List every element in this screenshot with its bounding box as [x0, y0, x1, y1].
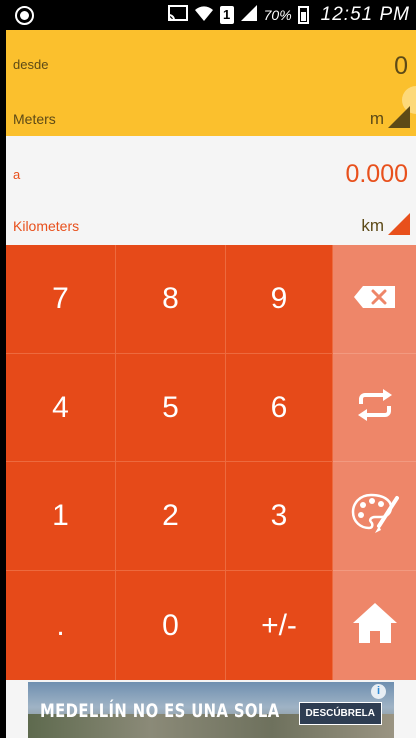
status-icons: 1 70% 12:51 PM — [167, 4, 410, 27]
theme-button[interactable] — [333, 462, 416, 571]
key-0[interactable]: 0 — [116, 571, 226, 680]
from-unit-name[interactable]: Meters — [13, 111, 56, 127]
cast-icon — [167, 4, 188, 26]
key-3[interactable]: 3 — [226, 462, 333, 571]
sim-icon: 1 — [219, 6, 234, 24]
status-bar: 1 70% 12:51 PM — [0, 0, 416, 30]
to-panel[interactable]: a 0.000 Kilometers km — [6, 136, 416, 245]
from-label: desde — [13, 57, 49, 72]
backspace-button[interactable] — [333, 245, 416, 354]
unit-dropdown-icon[interactable] — [388, 213, 410, 235]
home-button[interactable] — [333, 571, 416, 680]
wifi-icon — [194, 4, 214, 27]
swap-icon — [355, 388, 395, 427]
unit-converter-app: desde 0 Meters m a 0.000 Kilometers km 7… — [6, 30, 416, 738]
key-6[interactable]: 6 — [226, 354, 333, 462]
key-8[interactable]: 8 — [116, 245, 226, 354]
to-unit-abbr[interactable]: km — [361, 216, 384, 236]
unit-dropdown-icon[interactable] — [388, 106, 410, 128]
to-label: a — [13, 167, 21, 182]
key-9[interactable]: 9 — [226, 245, 333, 354]
from-panel[interactable]: desde 0 Meters m — [6, 30, 416, 136]
key-5[interactable]: 5 — [116, 354, 226, 462]
backspace-icon — [353, 285, 397, 314]
from-value[interactable]: 0 — [394, 52, 408, 81]
palette-icon — [351, 492, 399, 541]
signal-icon — [240, 4, 258, 27]
key-4[interactable]: 4 — [6, 354, 116, 462]
screen-record-icon — [15, 6, 34, 25]
ad-info-icon[interactable]: i — [371, 684, 386, 699]
key-2[interactable]: 2 — [116, 462, 226, 571]
swap-units-button[interactable] — [333, 354, 416, 462]
to-unit-name[interactable]: Kilometers — [13, 218, 79, 234]
from-unit-abbr[interactable]: m — [370, 109, 384, 129]
ad-cta-button[interactable]: DESCÚBRELA — [298, 702, 382, 725]
ad-area: MEDELLÍN NO ES UNA SOLA DESCÚBRELA i — [6, 680, 416, 738]
battery-icon — [297, 6, 309, 24]
keypad: 7 8 9 4 5 6 1 2 3 . 0 +/- — [6, 245, 416, 680]
key-sign-toggle[interactable]: +/- — [226, 571, 333, 680]
clock: 12:51 PM — [320, 4, 410, 25]
key-1[interactable]: 1 — [6, 462, 116, 571]
action-column — [333, 245, 416, 680]
ad-banner[interactable]: MEDELLÍN NO ES UNA SOLA DESCÚBRELA i — [28, 682, 394, 738]
to-value: 0.000 — [345, 160, 408, 188]
battery-percent: 70% — [263, 7, 292, 23]
ad-headline: MEDELLÍN NO ES UNA SOLA — [40, 700, 280, 722]
key-7[interactable]: 7 — [6, 245, 116, 354]
home-icon — [351, 601, 399, 650]
key-decimal[interactable]: . — [6, 571, 116, 680]
